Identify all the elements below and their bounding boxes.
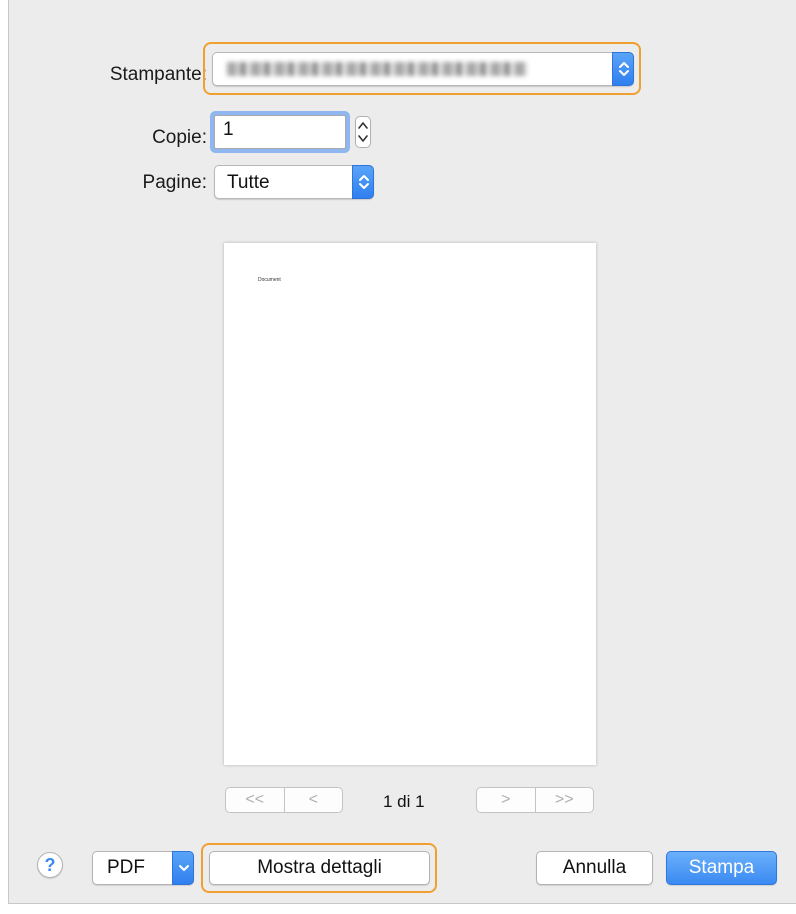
preview-nav-forward: > >> [476,787,594,813]
printer-name-blurred [227,62,527,76]
previous-page-button[interactable]: < [283,788,343,812]
popup-up-down-arrows-icon [612,52,634,86]
last-page-icon: >> [554,791,574,808]
printer-label: Stampante: [109,64,207,85]
last-page-button[interactable]: >> [534,788,594,812]
show-details-button[interactable]: Mostra dettagli [209,851,430,885]
print-button[interactable]: Stampa [666,851,777,885]
page-counter: 1 di 1 [383,792,425,811]
next-page-icon: > [501,791,511,808]
pages-label: Pagine: [142,172,207,193]
pdf-label: PDF [107,857,145,878]
page-preview: Document [224,243,596,765]
help-icon: ? [44,854,56,875]
next-page-button[interactable]: > [477,788,535,812]
preview-document-text: Document [258,277,281,283]
printer-popup[interactable] [212,52,634,86]
pages-value: Tutte [227,172,270,193]
stepper-icon [358,122,368,142]
pdf-menu-button[interactable]: PDF [92,851,194,885]
copies-stepper[interactable] [355,116,371,148]
copies-label: Copie: [152,127,207,148]
copies-field[interactable]: 1 [214,115,346,149]
print-dialog: Stampante: Copie: 1 Pagine: Tutte Docume… [8,0,796,904]
popup-up-down-arrows-icon [352,165,374,199]
cancel-button[interactable]: Annulla [536,851,653,885]
previous-page-icon: < [308,791,318,808]
help-button[interactable]: ? [37,852,63,878]
first-page-icon: << [245,791,265,808]
chevron-down-icon [172,851,194,885]
pages-popup[interactable]: Tutte [214,165,374,199]
first-page-button[interactable]: << [226,788,284,812]
preview-nav-back: << < [225,787,343,813]
